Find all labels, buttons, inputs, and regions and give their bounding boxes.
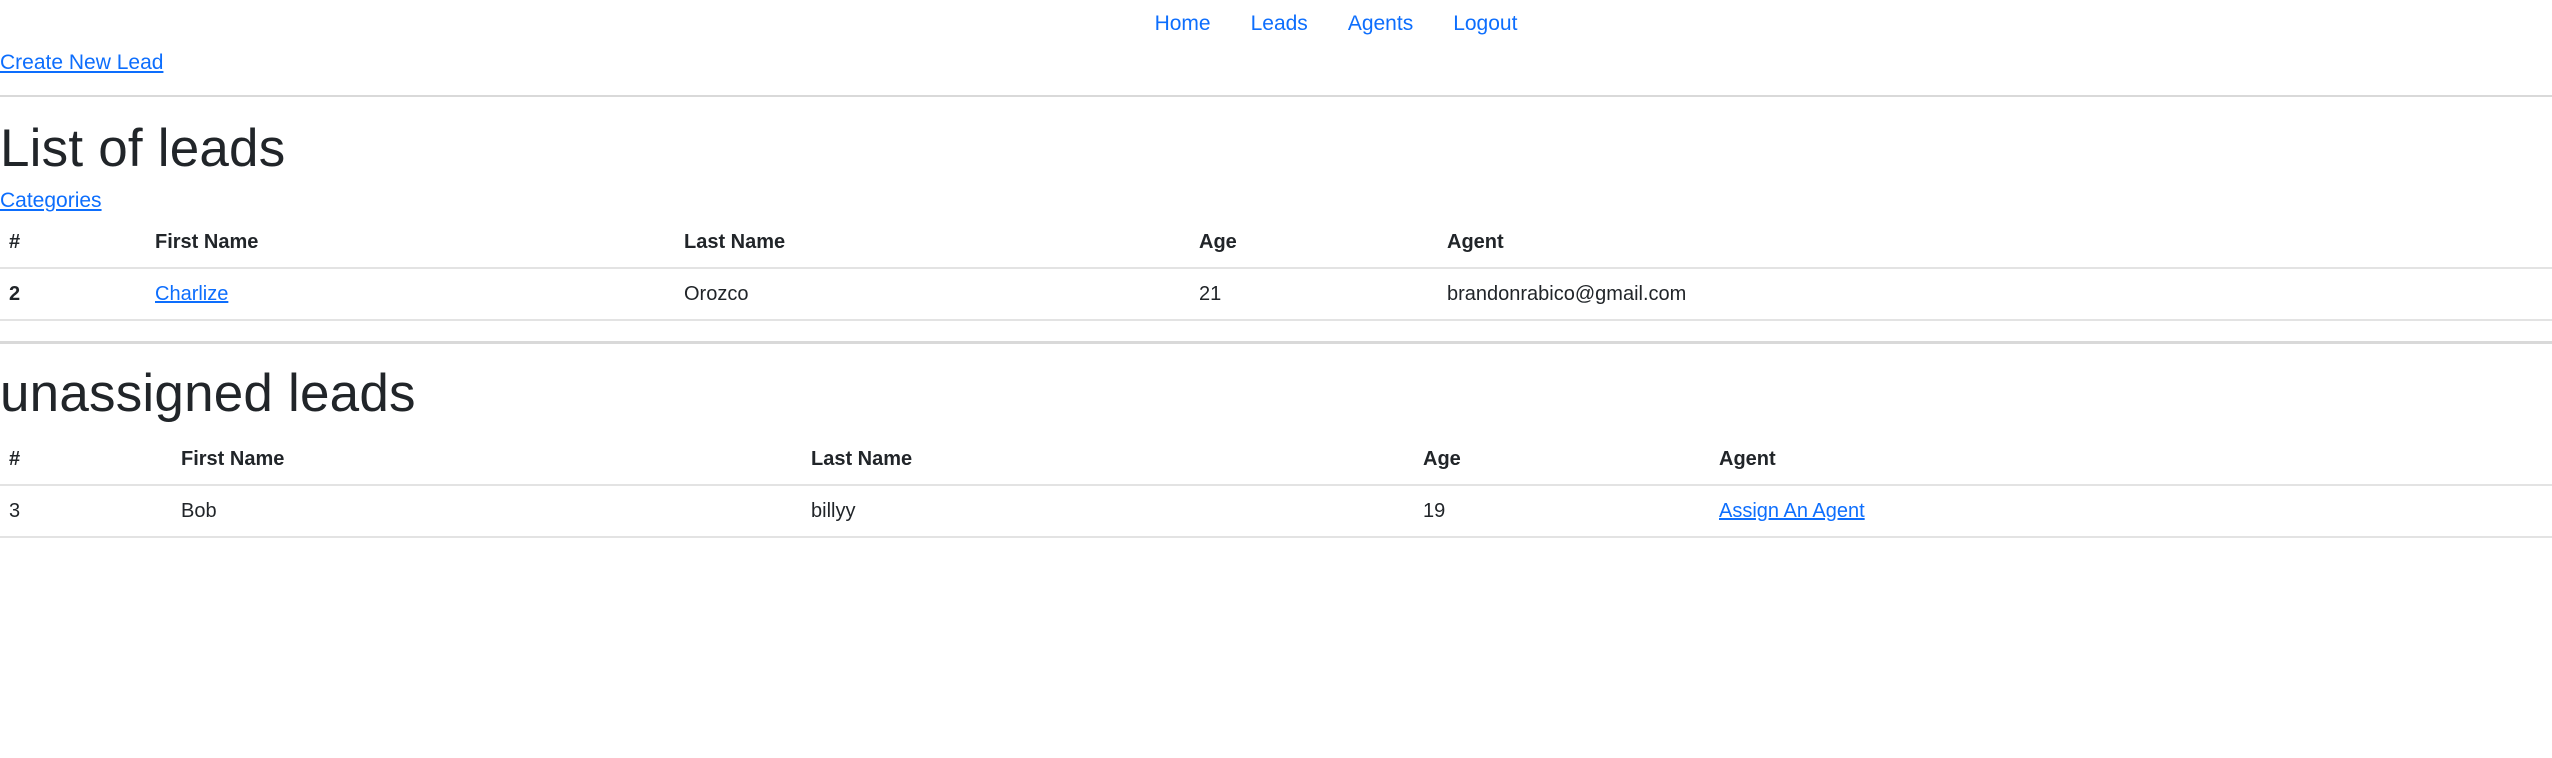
lead-first-name-cell: Charlize — [146, 268, 675, 320]
create-new-lead-link[interactable]: Create New Lead — [0, 49, 163, 77]
unassigned-table-header-row: # First Name Last Name Age Agent — [0, 434, 2552, 485]
nav-link-agents[interactable]: Agents — [1328, 0, 1433, 48]
nav-list: Home Leads Agents Logout — [1135, 0, 1538, 48]
leads-table-header-row: # First Name Last Name Age Agent — [0, 217, 2552, 268]
lead-first-name-link[interactable]: Charlize — [155, 283, 228, 305]
unassigned-lead-agent-cell: Assign An Agent — [1710, 485, 2552, 537]
unassigned-table-head: # First Name Last Name Age Agent — [0, 434, 2552, 485]
col-header-agent: Agent — [1447, 230, 1504, 253]
nav-item-leads: Leads — [1231, 0, 1328, 48]
unassigned-lead-age: 19 — [1423, 499, 1446, 522]
col-header-age: Age — [1199, 230, 1237, 253]
table-row: 2 Charlize Orozco 21 brandonrabico@gmail… — [0, 268, 2552, 320]
divider — [0, 95, 2552, 97]
top-navbar: Home Leads Agents Logout — [0, 0, 2552, 48]
table-row: 3 Bob billyy 19 Assign An Agent — [0, 485, 2552, 537]
col-header-first-name: First Name — [181, 447, 285, 470]
unassigned-table-body: 3 Bob billyy 19 Assign An Agent — [0, 485, 2552, 537]
col-header-age: Age — [1423, 447, 1461, 470]
lead-age: 21 — [1199, 282, 1222, 305]
unassigned-leads-table: # First Name Last Name Age Agent 3 Bob b… — [0, 434, 2552, 538]
col-header-number: # — [9, 230, 21, 253]
col-header-number: # — [9, 447, 21, 470]
categories-link[interactable]: Categories — [0, 187, 102, 215]
unassigned-lead-last-name: billyy — [811, 499, 856, 522]
nav-item-logout: Logout — [1433, 0, 1537, 48]
col-header-first-name: First Name — [155, 230, 259, 253]
col-header-agent: Agent — [1719, 447, 1776, 470]
nav-link-logout[interactable]: Logout — [1433, 0, 1537, 48]
col-header-last-name: Last Name — [811, 447, 913, 470]
leads-list-title: List of leads — [0, 119, 286, 178]
col-header-last-name: Last Name — [684, 230, 786, 253]
lead-last-name: Orozco — [684, 282, 749, 305]
unassigned-leads-title: unassigned leads — [0, 364, 416, 423]
lead-id: 2 — [9, 282, 21, 305]
nav-item-agents: Agents — [1328, 0, 1433, 48]
unassigned-lead-id: 3 — [9, 499, 21, 522]
unassigned-lead-first-name: Bob — [181, 499, 217, 522]
leads-table-head: # First Name Last Name Age Agent — [0, 217, 2552, 268]
leads-table: # First Name Last Name Age Agent 2 Charl… — [0, 217, 2552, 321]
nav-item-home: Home — [1135, 0, 1231, 48]
nav-link-leads[interactable]: Leads — [1231, 0, 1328, 48]
leads-table-body: 2 Charlize Orozco 21 brandonrabico@gmail… — [0, 268, 2552, 320]
assign-agent-link[interactable]: Assign An Agent — [1719, 500, 1865, 522]
nav-link-home[interactable]: Home — [1135, 0, 1231, 48]
divider — [0, 341, 2552, 344]
lead-agent: brandonrabico@gmail.com — [1447, 282, 1687, 305]
